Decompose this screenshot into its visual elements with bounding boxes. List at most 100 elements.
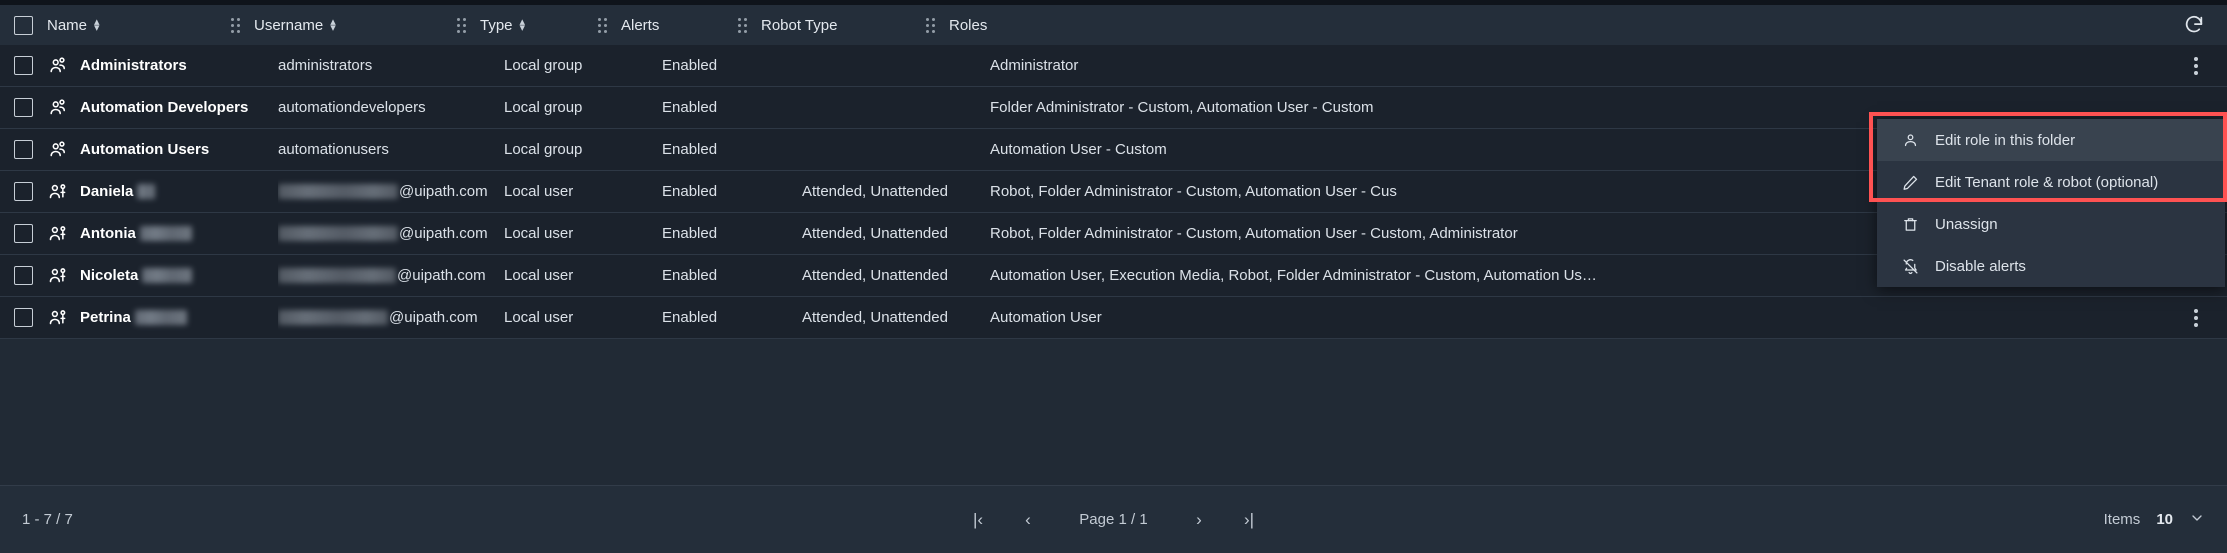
column-header-name-label: Name — [47, 16, 88, 34]
previous-page-button[interactable]: ‹ — [1016, 508, 1040, 532]
table-row[interactable]: Administrators administrators Local group E… — [0, 45, 2227, 87]
row-name-label: Petrina — [80, 309, 131, 326]
chevron-down-icon[interactable] — [2189, 510, 2205, 530]
cell-type: Local group — [504, 87, 662, 128]
user-icon — [47, 307, 69, 329]
row-username-label: automationusers — [278, 141, 389, 158]
cell-username: administrators — [278, 45, 504, 86]
first-page-button[interactable]: |‹ — [966, 508, 990, 532]
row-select-cell[interactable] — [0, 213, 47, 254]
row-select-cell[interactable] — [0, 45, 47, 86]
cell-alerts: Enabled — [662, 129, 802, 170]
column-header-roles-label: Roles — [949, 16, 988, 34]
next-page-button[interactable]: › — [1187, 508, 1211, 532]
row-more-actions-button[interactable] — [2183, 53, 2209, 79]
row-checkbox[interactable] — [14, 98, 33, 117]
row-checkbox[interactable] — [14, 224, 33, 243]
pagination-controls: |‹ ‹ Page 1 / 1 › ›| — [966, 508, 1261, 532]
row-select-cell[interactable] — [0, 129, 47, 170]
table-row[interactable]: Petrina @uipath.com Local user Enabled Atten… — [0, 297, 2227, 339]
context-menu-item[interactable]: Disable alerts — [1877, 245, 2225, 287]
column-header-robot-type[interactable]: Robot Type — [738, 5, 926, 45]
row-type-label: Local group — [504, 141, 583, 158]
row-alerts-label: Enabled — [662, 141, 718, 158]
record-range-label: 1 - 7 / 7 — [22, 511, 73, 528]
last-page-button[interactable]: ›| — [1237, 508, 1261, 532]
cell-username: @uipath.com — [278, 255, 504, 296]
context-menu-item[interactable]: Unassign — [1877, 203, 2225, 245]
row-name-label: Automation Developers — [80, 99, 249, 116]
cell-roles: Administrator — [990, 45, 2227, 86]
cell-robot-type: Attended, Unattended — [802, 171, 990, 212]
drag-handle-icon-roles[interactable] — [926, 17, 935, 33]
sort-icon-type[interactable]: ▴ ▾ — [520, 16, 526, 33]
column-header-roles[interactable]: Roles — [926, 5, 987, 45]
redacted-last-name — [142, 268, 193, 283]
context-menu-item[interactable]: Edit Tenant role & robot (optional) — [1877, 161, 2225, 203]
drag-handle-icon-alerts[interactable] — [598, 17, 607, 33]
row-checkbox[interactable] — [14, 266, 33, 285]
cell-type: Local user — [504, 255, 662, 296]
row-name-label: Administrators — [80, 57, 187, 74]
row-alerts-label: Enabled — [662, 183, 718, 200]
redacted-email-local-part — [278, 226, 398, 241]
sort-icon-username[interactable]: ▴ ▾ — [330, 16, 336, 33]
row-checkbox[interactable] — [14, 182, 33, 201]
row-type-label: Local group — [504, 57, 583, 74]
drag-handle-icon-username[interactable] — [231, 17, 240, 33]
cell-robot-type — [802, 45, 990, 86]
cell-alerts: Enabled — [662, 45, 802, 86]
select-all-checkbox[interactable] — [14, 15, 33, 35]
context-menu-item-label: Unassign — [1935, 215, 1998, 233]
refresh-icon[interactable] — [2179, 10, 2209, 40]
row-roles-label: Automation User — [990, 309, 1102, 326]
context-menu-item[interactable]: Edit role in this folder — [1877, 119, 2225, 161]
cell-name: Administrators — [47, 45, 278, 86]
row-select-cell[interactable] — [0, 297, 47, 338]
column-header-type-label: Type — [480, 16, 513, 34]
cell-type: Local user — [504, 213, 662, 254]
row-username-label: @uipath.com — [389, 309, 478, 326]
row-checkbox[interactable] — [14, 140, 33, 159]
group-icon — [47, 139, 69, 161]
column-header-username-label: Username — [254, 16, 324, 34]
cell-alerts: Enabled — [662, 213, 802, 254]
user-icon — [47, 265, 69, 287]
row-username-label: @uipath.com — [399, 225, 488, 242]
cell-type: Local group — [504, 45, 662, 86]
row-robot-type-label: Attended, Unattended — [802, 309, 948, 326]
column-header-type[interactable]: Type ▴ ▾ — [457, 5, 598, 45]
cell-name: Antonia — [47, 213, 278, 254]
row-username-label: @uipath.com — [399, 183, 488, 200]
column-header-alerts[interactable]: Alerts — [598, 5, 738, 45]
row-type-label: Local user — [504, 183, 574, 200]
row-select-cell[interactable] — [0, 87, 47, 128]
select-all-cell[interactable] — [0, 5, 47, 45]
redacted-email-local-part — [278, 184, 398, 199]
cell-name: Automation Users — [47, 129, 278, 170]
redacted-last-name — [137, 184, 156, 199]
cell-username: @uipath.com — [278, 171, 504, 212]
cell-type: Local user — [504, 171, 662, 212]
row-select-cell[interactable] — [0, 171, 47, 212]
row-more-actions-button[interactable] — [2183, 305, 2209, 331]
page-indicator-label: Page 1 / 1 — [1079, 511, 1148, 528]
row-name-label: Automation Users — [80, 141, 210, 158]
drag-handle-icon-robot-type[interactable] — [738, 17, 747, 33]
row-type-label: Local user — [504, 267, 574, 284]
column-header-username[interactable]: Username ▴ ▾ — [231, 5, 457, 45]
row-username-label: automationdevelopers — [278, 99, 426, 116]
row-alerts-label: Enabled — [662, 267, 718, 284]
row-checkbox[interactable] — [14, 308, 33, 327]
row-alerts-label: Enabled — [662, 57, 718, 74]
drag-handle-icon-type[interactable] — [457, 17, 466, 33]
pencil-icon — [1899, 174, 1921, 191]
sort-icon-name[interactable]: ▴ ▾ — [94, 16, 100, 33]
cell-alerts: Enabled — [662, 171, 802, 212]
row-select-cell[interactable] — [0, 255, 47, 296]
row-context-menu[interactable]: Edit role in this folder Edit Tenant role… — [1877, 119, 2225, 287]
row-roles-label: Robot, Folder Administrator - Custom, Au… — [990, 225, 1518, 242]
row-checkbox[interactable] — [14, 56, 33, 75]
column-header-name[interactable]: Name ▴ ▾ — [47, 5, 231, 45]
items-per-page-select[interactable]: Items 10 — [2104, 510, 2205, 530]
